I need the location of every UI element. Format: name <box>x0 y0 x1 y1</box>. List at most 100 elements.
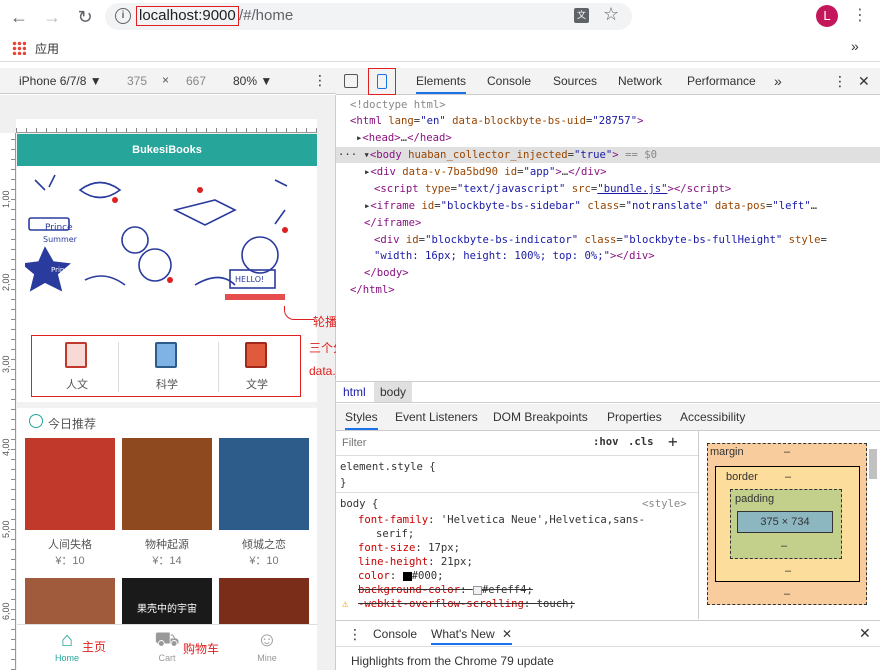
tab-properties[interactable]: Properties <box>607 404 662 430</box>
close-tab-icon[interactable]: ✕ <box>502 627 512 641</box>
dom-line[interactable]: </body> <box>364 265 409 281</box>
dom-line[interactable]: </html> <box>350 282 395 298</box>
translate-icon[interactable]: 文 <box>574 8 589 23</box>
browser-toolbar: ← → ↻ i localhost:9000 /#/home 文 ☆ L ⋮ <box>0 0 880 34</box>
device-more-icon[interactable]: ⋮ <box>313 72 327 89</box>
book-card[interactable]: 物种起源 ¥：14 <box>122 438 212 568</box>
book-cover[interactable] <box>25 578 115 624</box>
zoom-select[interactable]: 80% ▼ <box>233 74 272 88</box>
divider <box>118 342 119 392</box>
forward-button[interactable]: → <box>40 5 64 29</box>
warning-icon: ⚠ <box>342 598 349 610</box>
dom-line-selected[interactable]: ··· ▾<body huaban_collector_injected="tr… <box>336 147 880 163</box>
close-devtools-icon[interactable]: ✕ <box>858 68 870 94</box>
tab-performance[interactable]: Performance <box>687 68 756 94</box>
book-icon <box>245 342 267 368</box>
app-header: BukesiBooks <box>17 134 317 166</box>
divider <box>336 646 880 647</box>
more-bookmarks-icon[interactable]: » <box>851 38 859 54</box>
dom-line[interactable]: <script type="text/javascript" src="bund… <box>374 181 731 197</box>
styles-pane: :hov .cls + element.style { } body { <st… <box>336 431 698 619</box>
rule-source[interactable]: <style> <box>642 496 687 512</box>
book-price: ¥：14 <box>152 555 182 567</box>
back-button[interactable]: ← <box>7 5 31 29</box>
rule-element-style: element.style { <box>340 461 436 473</box>
book-title: 倾城之恋 <box>242 539 286 551</box>
book-card[interactable]: 倾城之恋 ¥：10 <box>219 438 309 568</box>
tab-event-listeners[interactable]: Event Listeners <box>395 404 478 430</box>
book-cover[interactable] <box>219 578 309 624</box>
device-height[interactable]: 667 <box>186 74 206 88</box>
dom-line[interactable]: ▸<head>…</head> <box>356 130 452 146</box>
box-padding[interactable]: padding 375 × 734 – <box>730 489 842 559</box>
profile-avatar[interactable]: L <box>816 5 838 27</box>
svg-text:HELLO!: HELLO! <box>235 275 264 284</box>
tab-styles[interactable]: Styles <box>345 404 378 430</box>
drawer-menu-icon[interactable]: ⋮ <box>348 626 362 643</box>
breadcrumb: html body <box>336 381 880 403</box>
device-select[interactable]: iPhone 6/7/8 ▼ <box>19 74 102 88</box>
category-label: 人文 <box>66 379 88 391</box>
cls-toggle[interactable]: .cls <box>628 436 654 448</box>
crumb-body[interactable]: body <box>374 382 413 402</box>
inspect-icon[interactable] <box>344 74 358 88</box>
rule-close: } <box>340 477 347 489</box>
url-host[interactable]: localhost:9000 <box>136 6 239 26</box>
category-humanities[interactable]: 人文 <box>32 340 122 394</box>
svg-text:Prince: Prince <box>45 223 73 233</box>
box-border[interactable]: border – – padding 375 × 734 – <box>715 466 860 582</box>
box-content[interactable]: 375 × 734 <box>737 511 833 533</box>
dom-line[interactable]: </iframe> <box>364 215 421 231</box>
close-drawer-icon[interactable]: ✕ <box>859 625 871 642</box>
devtools-menu-icon[interactable]: ⋮ <box>833 68 847 94</box>
swipe-banner[interactable]: Prince Prince Summer HELLO! <box>21 170 309 305</box>
dom-line[interactable]: ▸<iframe id="blockbyte-bs-sidebar" class… <box>364 198 817 214</box>
more-tabs-icon[interactable]: » <box>774 68 782 94</box>
drawer-tab-console[interactable]: Console <box>373 627 417 641</box>
category-science[interactable]: 科学 <box>122 340 212 394</box>
info-icon[interactable]: i <box>115 8 131 24</box>
dom-line[interactable]: "width: 16px; height: 100%; top: 0%;"></… <box>374 248 655 264</box>
book-cover[interactable]: 果壳中的宇宙 <box>122 578 212 624</box>
crumb-html[interactable]: html <box>343 385 366 399</box>
category-literature[interactable]: 文学 <box>212 340 302 394</box>
menu-kebab-icon[interactable]: ⋮ <box>852 5 868 25</box>
tab-dom-breakpoints[interactable]: DOM Breakpoints <box>493 404 588 430</box>
scrollbar-thumb[interactable] <box>869 449 877 479</box>
book-card[interactable]: 人间失格 ¥：10 <box>25 438 115 568</box>
apps-label[interactable]: 应用 <box>35 40 59 57</box>
tab-console[interactable]: Console <box>487 68 531 94</box>
dom-line[interactable]: <div id="blockbyte-bs-indicator" class="… <box>374 232 827 248</box>
url-path[interactable]: /#/home <box>239 8 293 24</box>
annotation-cart: 购物车 <box>183 642 220 656</box>
device-width[interactable]: 375 <box>127 74 147 88</box>
dom-line[interactable]: <html lang="en" data-blockbyte-bs-uid="2… <box>350 113 643 129</box>
dom-line[interactable]: ▸<div data-v-7ba5bd90 id="app">…</div> <box>364 164 606 180</box>
console-drawer: ⋮ Console What's New ✕ ✕ Highlights from… <box>336 620 880 670</box>
tab-sources[interactable]: Sources <box>553 68 597 94</box>
styles-subtabs: Styles Event Listeners DOM Breakpoints P… <box>336 404 880 431</box>
svg-text:Summer: Summer <box>43 235 78 244</box>
tab-elements[interactable]: Elements <box>416 68 467 94</box>
dom-line[interactable]: <!doctype html> <box>350 97 446 113</box>
device-toolbar: iPhone 6/7/8 ▼ 375 × 667 80% ▼ ⋮ <box>0 68 336 94</box>
tab-accessibility[interactable]: Accessibility <box>680 404 745 430</box>
box-margin[interactable]: margin – – border – – padding 375 × 734 … <box>707 443 867 605</box>
book-cover <box>25 438 115 530</box>
star-icon[interactable]: ☆ <box>603 4 619 25</box>
apps-grid-icon[interactable] <box>12 41 26 55</box>
hov-toggle[interactable]: :hov <box>593 436 619 448</box>
device-toggle-button[interactable] <box>368 68 396 95</box>
devtools-tabbar: Elements Console Sources Network Perform… <box>336 68 880 95</box>
recommend-title: 今日推荐 <box>48 417 97 431</box>
ruler-vertical: 1,00 2,00 3,00 4,00 5,00 6,00 <box>0 133 16 670</box>
annotation-arrow <box>284 306 314 320</box>
tab-network[interactable]: Network <box>618 68 662 94</box>
rule-body: body { <box>340 498 379 510</box>
add-rule-icon[interactable]: + <box>668 432 678 451</box>
reload-button[interactable]: ↻ <box>73 5 97 29</box>
css-prop[interactable]: -webkit-overflow-scrolling: touch; <box>358 596 575 612</box>
drawer-tab-whats-new[interactable]: What's New ✕ <box>431 621 513 645</box>
styles-filter-input[interactable] <box>338 433 583 453</box>
tab-mine[interactable]: ☺ Mine <box>237 627 297 667</box>
